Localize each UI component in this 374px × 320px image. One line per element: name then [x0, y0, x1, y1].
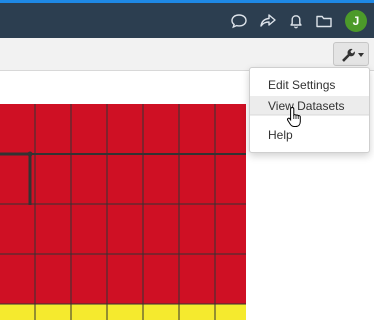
menu-item-help[interactable]: Help — [250, 125, 369, 145]
comment-icon[interactable] — [230, 12, 248, 30]
settings-dropdown-button[interactable] — [333, 42, 369, 66]
grid-lines — [0, 104, 246, 320]
menu-divider — [250, 114, 369, 115]
path-node — [27, 151, 33, 157]
top-navbar: J — [0, 3, 374, 38]
menu-item-view-datasets[interactable]: View Datasets — [250, 96, 369, 116]
hand-pointer-icon — [287, 106, 301, 127]
highlight-path — [0, 152, 32, 205]
bell-icon[interactable] — [287, 12, 305, 30]
settings-dropdown-menu: Edit Settings View Datasets Help — [249, 67, 370, 153]
share-icon[interactable] — [259, 12, 277, 30]
visualization-canvas[interactable] — [0, 104, 246, 320]
folder-icon[interactable] — [315, 12, 333, 30]
user-avatar[interactable]: J — [345, 10, 367, 32]
wrench-icon — [342, 48, 355, 62]
menu-item-edit-settings[interactable]: Edit Settings — [250, 75, 369, 95]
chevron-down-icon — [358, 53, 364, 57]
